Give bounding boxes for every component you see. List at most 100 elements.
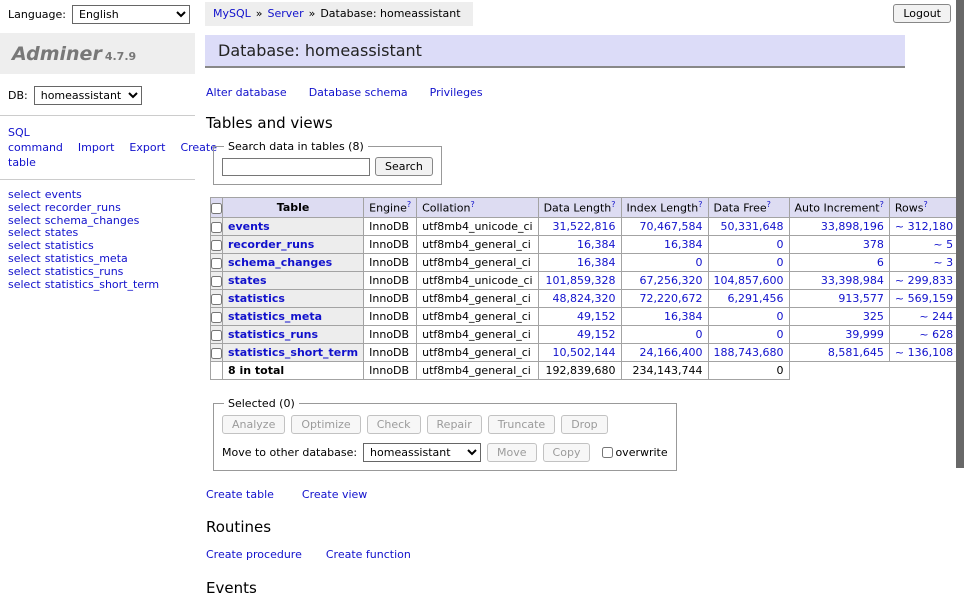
row-checkbox-statistics-short-term[interactable] [211,348,222,359]
analyze-button[interactable]: Analyze [222,415,285,434]
data-free-link[interactable]: 0 [777,256,784,269]
index-length-link[interactable]: 0 [696,256,703,269]
table-name-link-statistics-short-term[interactable]: statistics_short_term [228,346,358,359]
copy-button[interactable]: Copy [543,443,591,462]
table-name-link-recorder-runs[interactable]: recorder_runs [228,238,314,251]
table-name-link-statistics-meta[interactable]: statistics_meta [228,310,322,323]
help-icon[interactable]: ? [470,200,474,209]
row-checkbox-schema-changes[interactable] [211,258,222,269]
auto-increment-link[interactable]: 6 [877,256,884,269]
row-checkbox-states[interactable] [211,276,222,287]
select-link-statistics-runs[interactable]: select [8,265,41,278]
index-length-link[interactable]: 70,467,584 [640,220,703,233]
auto-increment-link[interactable]: 39,999 [845,328,884,341]
index-length-link[interactable]: 67,256,320 [640,274,703,287]
row-checkbox-events[interactable] [211,222,222,233]
link-export[interactable]: Export [129,141,165,154]
search-button[interactable]: Search [375,157,433,176]
data-free-link[interactable]: 6,291,456 [728,292,784,305]
help-icon[interactable]: ? [767,200,771,209]
table-link-statistics-short-term[interactable]: statistics_short_term [45,278,159,291]
table-link-states[interactable]: states [45,226,79,239]
select-link-statistics-meta[interactable]: select [8,252,41,265]
select-link-recorder-runs[interactable]: select [8,201,41,214]
auto-increment-link[interactable]: 325 [863,310,884,323]
link-create-function[interactable]: Create function [326,548,411,561]
rows-link[interactable]: ~ 136,108 [895,346,953,359]
table-link-statistics-runs[interactable]: statistics_runs [45,265,124,278]
rows-link[interactable]: ~ 3 [933,256,953,269]
help-icon[interactable]: ? [923,200,927,209]
index-length-link[interactable]: 0 [696,328,703,341]
table-link-statistics[interactable]: statistics [45,239,94,252]
data-free-link[interactable]: 50,331,648 [721,220,784,233]
index-length-link[interactable]: 16,384 [664,310,703,323]
data-length-link[interactable]: 16,384 [577,238,616,251]
table-name-link-statistics[interactable]: statistics [228,292,285,305]
select-link-statistics[interactable]: select [8,239,41,252]
select-link-schema-changes[interactable]: select [8,214,41,227]
help-icon[interactable]: ? [880,200,884,209]
link-alter-database[interactable]: Alter database [206,86,287,99]
link-create-view[interactable]: Create view [302,488,367,501]
row-checkbox-statistics[interactable] [211,294,222,305]
table-name-link-events[interactable]: events [228,220,270,233]
move-button[interactable]: Move [487,443,537,462]
help-icon[interactable]: ? [407,200,411,209]
index-length-link[interactable]: 24,166,400 [640,346,703,359]
data-length-link[interactable]: 10,502,144 [553,346,616,359]
table-name-link-statistics-runs[interactable]: statistics_runs [228,328,318,341]
help-icon[interactable]: ? [611,200,615,209]
overwrite-checkbox[interactable] [602,447,613,458]
index-length-link[interactable]: 72,220,672 [640,292,703,305]
data-length-link[interactable]: 48,824,320 [553,292,616,305]
table-link-recorder-runs[interactable]: recorder_runs [45,201,121,214]
index-length-link[interactable]: 16,384 [664,238,703,251]
rows-link[interactable]: ~ 244 [919,310,953,323]
rows-link[interactable]: ~ 5 [933,238,953,251]
db-select[interactable]: homeassistant [34,86,142,105]
language-select[interactable]: English [72,5,190,24]
rows-link[interactable]: ~ 569,159 [895,292,953,305]
data-length-link[interactable]: 49,152 [577,310,616,323]
data-free-link[interactable]: 0 [777,310,784,323]
row-checkbox-statistics-runs[interactable] [211,330,222,341]
rows-link[interactable]: ~ 299,833 [895,274,953,287]
optimize-button[interactable]: Optimize [291,415,360,434]
table-link-statistics-meta[interactable]: statistics_meta [45,252,128,265]
repair-button[interactable]: Repair [427,415,482,434]
data-length-link[interactable]: 101,859,328 [546,274,616,287]
link-import[interactable]: Import [78,141,115,154]
truncate-button[interactable]: Truncate [488,415,555,434]
data-length-link[interactable]: 16,384 [577,256,616,269]
select-link-states[interactable]: select [8,226,41,239]
table-link-schema-changes[interactable]: schema_changes [45,214,140,227]
rows-link[interactable]: ~ 628 [919,328,953,341]
table-name-link-states[interactable]: states [228,274,267,287]
link-database-schema[interactable]: Database schema [309,86,408,99]
data-free-link[interactable]: 104,857,600 [714,274,784,287]
auto-increment-link[interactable]: 913,577 [838,292,884,305]
help-icon[interactable]: ? [698,200,702,209]
row-checkbox-statistics-meta[interactable] [211,312,222,323]
data-free-link[interactable]: 0 [777,238,784,251]
rows-link[interactable]: ~ 312,180 [895,220,953,233]
select-link-events[interactable]: select [8,188,41,201]
move-db-select[interactable]: homeassistant [363,443,481,462]
auto-increment-link[interactable]: 8,581,645 [828,346,884,359]
search-input[interactable] [222,158,370,176]
data-length-link[interactable]: 49,152 [577,328,616,341]
data-free-link[interactable]: 0 [777,328,784,341]
drop-button[interactable]: Drop [561,415,607,434]
select-all-checkbox[interactable] [211,203,222,214]
link-sql-command[interactable]: SQL command [8,126,63,154]
auto-increment-link[interactable]: 33,398,984 [821,274,884,287]
link-privileges[interactable]: Privileges [430,86,483,99]
auto-increment-link[interactable]: 378 [863,238,884,251]
table-name-link-schema-changes[interactable]: schema_changes [228,256,332,269]
row-checkbox-recorder-runs[interactable] [211,240,222,251]
link-create-table[interactable]: Create table [206,488,274,501]
select-link-statistics-short-term[interactable]: select [8,278,41,291]
check-button[interactable]: Check [367,415,421,434]
table-link-events[interactable]: events [45,188,82,201]
